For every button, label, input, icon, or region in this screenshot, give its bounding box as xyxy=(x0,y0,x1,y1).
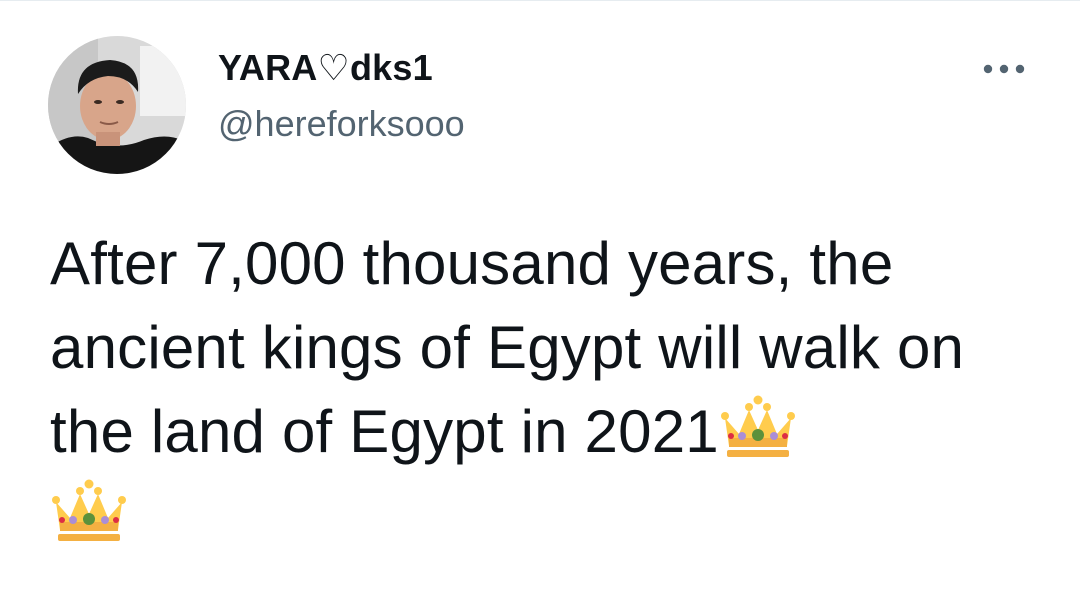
display-name[interactable]: YARA♡dks1 xyxy=(218,46,465,90)
crown-icon xyxy=(719,392,797,460)
tweet-body: After 7,000 thousand years, the ancient … xyxy=(50,230,965,465)
author-block: YARA♡dks1 @hereforksooo xyxy=(218,46,465,146)
more-options-icon xyxy=(983,64,1025,74)
tweet-text: After 7,000 thousand years, the ancient … xyxy=(50,222,1050,558)
avatar[interactable] xyxy=(48,36,186,174)
avatar-image xyxy=(48,36,186,174)
tweet-card: YARA♡dks1 @hereforksooo After 7,000 thou… xyxy=(0,0,1080,598)
more-options-button[interactable] xyxy=(978,50,1030,88)
user-handle[interactable]: @hereforksooo xyxy=(218,102,465,146)
crown-icon xyxy=(50,476,128,544)
